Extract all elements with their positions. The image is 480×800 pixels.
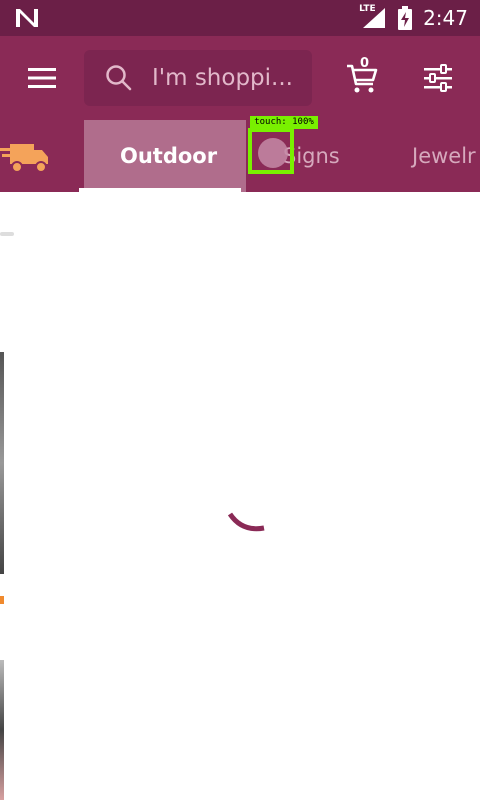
peek-divider — [0, 232, 14, 236]
filter-sliders-icon — [424, 64, 452, 92]
loading-spinner-icon — [227, 512, 265, 532]
battery-charging-icon — [397, 6, 413, 30]
clock: 2:47 — [423, 6, 468, 30]
cart-count-badge: 0 — [360, 56, 370, 71]
tab-outdoor[interactable]: Outdoor — [120, 144, 217, 168]
search-icon — [106, 65, 132, 91]
truck-icon[interactable] — [0, 138, 54, 176]
peek-image — [0, 660, 4, 800]
touch-highlight-box — [248, 128, 294, 174]
status-icons: LTE 2:47 — [359, 4, 468, 31]
n-logo-icon — [14, 7, 40, 29]
signal-icon: LTE — [359, 4, 387, 30]
search-input[interactable]: I'm shoppi... — [84, 50, 312, 106]
network-type-label: LTE — [359, 4, 376, 14]
hamburger-menu-icon — [28, 68, 56, 88]
app-bar: I'm shoppi... 0 Outdoor Signs Jewelr — [0, 36, 480, 192]
peek-image — [0, 596, 4, 604]
content-area — [0, 192, 480, 800]
menu-button[interactable] — [14, 50, 70, 106]
touch-label: touch: 100% — [250, 116, 318, 129]
status-bar: LTE 2:47 — [0, 0, 480, 36]
search-placeholder: I'm shoppi... — [152, 65, 293, 91]
tab-jewelry[interactable]: Jewelr — [412, 144, 476, 168]
filter-button[interactable] — [410, 50, 466, 106]
peek-image — [0, 352, 4, 574]
category-tabs: Outdoor Signs Jewelr — [0, 120, 480, 192]
